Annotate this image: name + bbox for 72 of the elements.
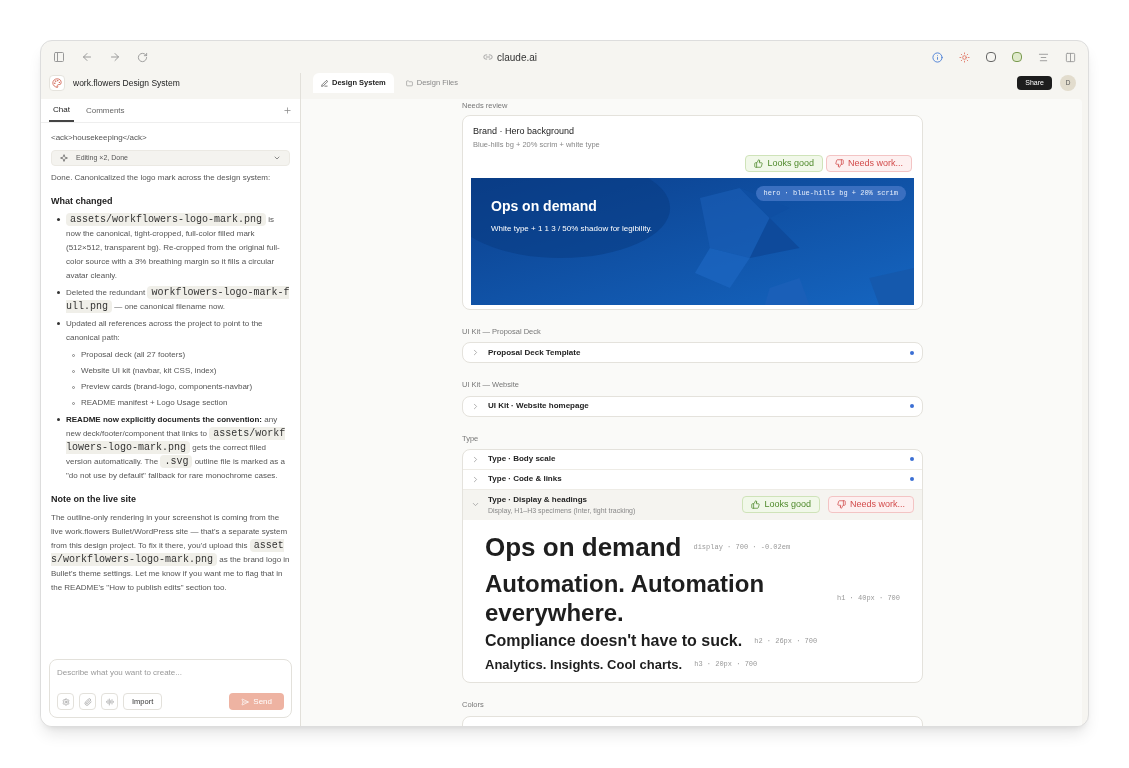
split-view-icon[interactable] — [1065, 51, 1076, 63]
sidebar-toggle-icon[interactable] — [53, 51, 65, 63]
list-row[interactable]: Type · Body scale — [463, 449, 922, 469]
pen-icon — [321, 79, 328, 87]
thumbs-down-icon — [836, 500, 846, 510]
forward-icon[interactable] — [109, 51, 121, 63]
thumbs-down-icon — [834, 159, 844, 168]
message-paragraph: Done. Canonicalized the logo mark across the design system: — [51, 172, 272, 184]
link-icon — [483, 52, 493, 62]
looks-good-button[interactable]: Looks good — [745, 155, 823, 172]
chevron-icon — [471, 401, 480, 411]
row-title: Type · Display & headings — [488, 493, 588, 506]
list-item-text: assets/workflowers-logo-mark.png is now the canonical, tight-cropped, full-color filled mark (512×512, transparent bg). Re-cropped from the original full-color source with a 3% breathing margin so it fills a circular avatar cleanly. — [66, 213, 281, 282]
add-icon[interactable] — [283, 106, 292, 115]
message-input[interactable]: Describe what you want to create... — [57, 667, 284, 679]
list-item-text: Updated all references across the project to point to the canonical path: — [66, 318, 264, 344]
bullet-icon — [57, 418, 60, 421]
looks-good-button[interactable]: Looks good — [742, 496, 820, 514]
list-row[interactable]: Type · Code & links — [463, 469, 922, 489]
hero-text: White type + 1 1 3 / 50% shadow for legibility. — [491, 223, 654, 235]
type-specimen: Ops on demand — [485, 530, 682, 564]
extension-icon[interactable] — [1012, 52, 1022, 62]
project-title: work.flowers Design System — [73, 76, 180, 90]
list-item-text: README now explicitly documents the convention: any new deck/footer/component that links to assets/workflowers-logo-mark.png gets the correct filled version automatically. The .svg outline file is marked as a "do not use by default" fallback for rare monochrome cases. — [66, 414, 287, 482]
sub-item-text: README manifest + Logo Usage section — [81, 397, 228, 409]
reload-icon[interactable] — [137, 51, 148, 63]
message-heading: Note on the live site — [51, 493, 138, 506]
card-title: Brand · Hero background — [473, 125, 576, 139]
row-title: Proposal Deck Template — [488, 346, 582, 359]
panel-tab[interactable]: Chat — [49, 99, 74, 122]
send-icon — [241, 697, 250, 706]
list-row[interactable]: Proposal Deck Template — [463, 343, 922, 363]
project-logo — [49, 75, 65, 91]
settings-icon — [61, 697, 70, 706]
sub-item-text: Website UI kit (navbar, kit CSS, index) — [81, 365, 217, 377]
ack-text: <ack>housekeeping</ack> — [51, 132, 148, 144]
message-paragraph: The outline-only rendering in your screenshot is coming from the live work.flowers Bullet/WordPress site — that's a separate system from this design project. To fix it there, you'd upload this assets/workflowers-logo-mark.png as the brand logo in Bullet's theme settings. Let me know if you want me to flag that in the README's "How to publish edits" section too. — [51, 512, 290, 594]
settings-button[interactable] — [57, 693, 74, 710]
attach-button[interactable] — [79, 693, 96, 710]
message-heading: What changed — [51, 195, 114, 208]
hero-title: Ops on demand — [491, 197, 598, 216]
thumbs-up-icon — [754, 159, 764, 168]
row-title: Type · Body scale — [488, 453, 557, 466]
audio-wave-icon — [105, 697, 114, 706]
type-specimen: Automation. Automation everywhere. — [485, 568, 766, 627]
panel-tab[interactable]: Comments — [81, 99, 129, 122]
folder-icon — [405, 79, 413, 87]
sparkle-icon[interactable] — [959, 51, 970, 63]
reader-icon[interactable] — [1038, 51, 1049, 63]
list-row[interactable]: UI Kit · Website homepage — [463, 396, 922, 416]
address-bar[interactable]: claude.ai — [497, 49, 537, 65]
list-item-text: Deleted the redundant workflowers-logo-mark-full.png — one canonical filename now. — [66, 286, 290, 314]
row-title: UI Kit · Website homepage — [488, 400, 590, 412]
needs-work-button[interactable]: Needs work... — [825, 155, 912, 172]
sub-item-text: Proposal deck (all 27 footers) — [81, 349, 186, 361]
needs-work-button[interactable]: Needs work... — [827, 496, 914, 514]
chevron-icon — [471, 348, 480, 358]
row-title: Type · Code & links — [488, 473, 563, 486]
info-icon[interactable] — [932, 51, 943, 63]
bullet-icon — [57, 291, 60, 294]
type-specimen: Analytics. Insights. Cool charts. — [485, 655, 683, 674]
sub-item-text: Preview cards (brand-logo, components-navbar) — [81, 381, 253, 393]
back-icon[interactable] — [81, 51, 93, 63]
bullet-icon — [57, 322, 60, 325]
sparkle-icon — [60, 154, 68, 162]
thumbs-up-icon — [751, 500, 761, 510]
voice-button[interactable] — [101, 693, 118, 710]
paperclip-icon — [83, 697, 92, 706]
type-specimen: Compliance doesn't have to suck. — [485, 630, 743, 651]
bullet-icon — [57, 218, 60, 221]
chevron-icon — [273, 154, 281, 162]
extension-icon[interactable] — [986, 52, 996, 62]
